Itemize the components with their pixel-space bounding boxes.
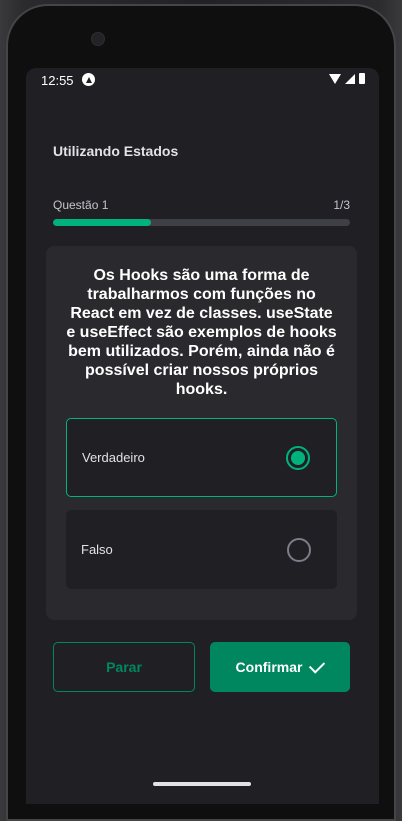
app-notification-icon xyxy=(82,73,95,86)
option-true[interactable]: Verdadeiro xyxy=(66,418,337,497)
status-bar: 12:55 xyxy=(26,68,379,92)
progress-fill xyxy=(53,219,151,226)
stop-button-label: Parar xyxy=(106,659,142,675)
option-label: Verdadeiro xyxy=(82,450,145,465)
signal-icon xyxy=(345,73,355,84)
phone-frame: 12:55 Utilizando Estados Questão 1 1/3 O… xyxy=(0,0,402,821)
question-text: Os Hooks são uma forma de trabalharmos c… xyxy=(66,267,337,398)
camera-icon xyxy=(91,32,105,46)
status-indicators xyxy=(329,73,365,84)
radio-selected-icon[interactable] xyxy=(286,445,310,470)
status-time: 12:55 xyxy=(41,73,74,88)
question-label: Questão 1 xyxy=(53,198,109,212)
confirm-button[interactable]: Confirmar xyxy=(210,642,350,692)
option-label: Falso xyxy=(81,542,113,557)
check-icon xyxy=(309,656,326,674)
radio-unselected-icon[interactable] xyxy=(287,537,311,562)
question-counter: 1/3 xyxy=(333,198,350,212)
app-screen: 12:55 Utilizando Estados Questão 1 1/3 O… xyxy=(26,68,379,804)
wifi-icon xyxy=(329,73,341,84)
progress-bar xyxy=(53,219,350,226)
confirm-button-label: Confirmar xyxy=(235,659,303,675)
home-indicator[interactable] xyxy=(153,782,251,786)
option-false[interactable]: Falso xyxy=(66,510,337,589)
page-title: Utilizando Estados xyxy=(53,143,179,159)
battery-icon xyxy=(359,73,365,84)
question-card: Os Hooks são uma forma de trabalharmos c… xyxy=(46,246,357,620)
stop-button[interactable]: Parar xyxy=(53,642,195,692)
